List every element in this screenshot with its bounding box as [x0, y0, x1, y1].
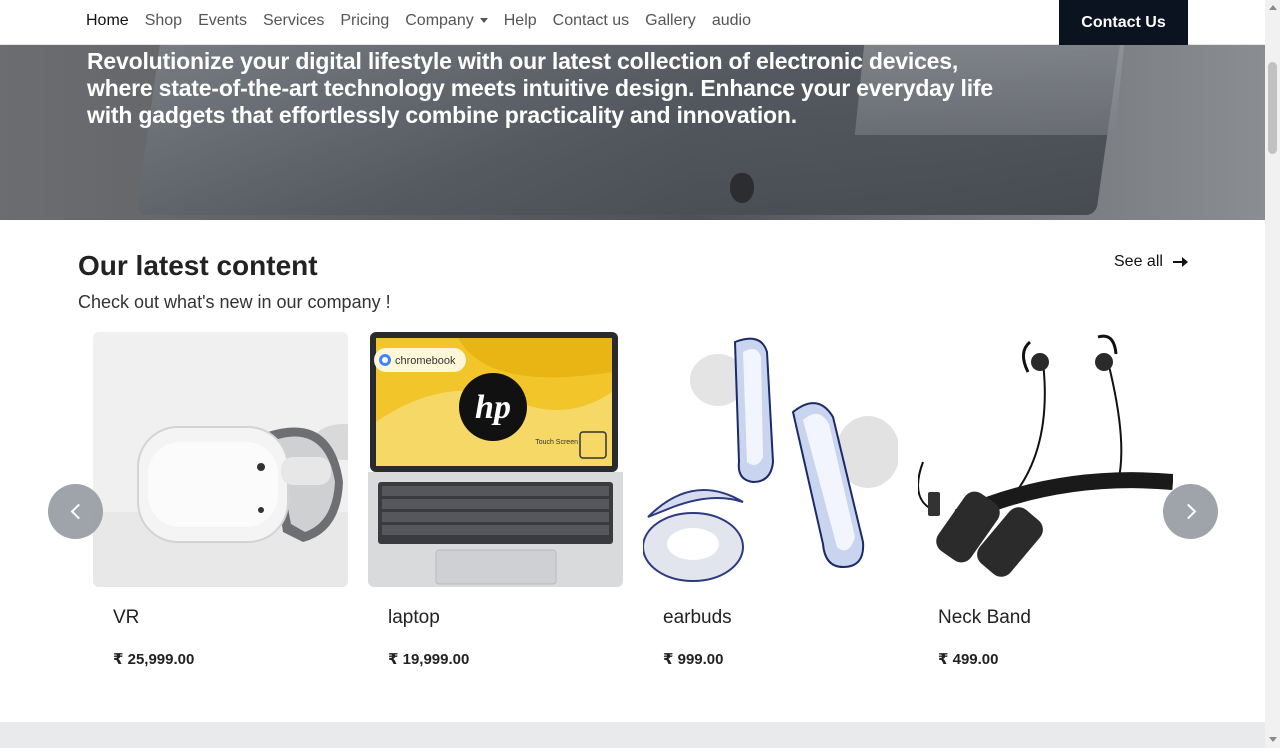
scroll-down-icon[interactable] — [1269, 737, 1277, 742]
see-all-link[interactable]: See all — [1114, 253, 1188, 271]
see-all-label: See all — [1114, 253, 1163, 270]
nav-link-help[interactable]: Help — [504, 12, 537, 30]
caret-down-icon — [479, 18, 488, 24]
chromebook-badge-text: chromebook — [395, 355, 456, 367]
product-card-laptop[interactable]: hp chromebook Touch Screen laptop ₹ 19,9… — [368, 332, 623, 692]
nav-links: Home Shop Events Services Pricing Compan… — [86, 0, 751, 42]
apple-logo-icon — [730, 173, 754, 203]
nav-link-services[interactable]: Services — [263, 12, 324, 30]
nav-dropdown-company[interactable]: Company — [405, 12, 488, 30]
product-card-neck-band[interactable]: Neck Band ₹ 499.00 — [918, 332, 1173, 692]
product-price: ₹ 999.00 — [663, 651, 724, 668]
carousel-next-button[interactable] — [1163, 484, 1218, 539]
carousel-prev-button[interactable] — [48, 484, 103, 539]
neck-band-image — [918, 332, 1173, 587]
product-name: VR — [113, 607, 140, 628]
laptop-image: hp chromebook Touch Screen — [368, 332, 623, 587]
top-navbar: Home Shop Events Services Pricing Compan… — [0, 0, 1265, 45]
nav-link-home[interactable]: Home — [86, 12, 129, 30]
nav-link-shop[interactable]: Shop — [145, 12, 182, 30]
product-card-earbuds[interactable]: earbuds ₹ 999.00 — [643, 332, 898, 692]
scroll-thumb[interactable] — [1268, 62, 1277, 154]
product-price: ₹ 19,999.00 — [388, 651, 470, 668]
page: Home Shop Events Services Pricing Compan… — [0, 0, 1280, 748]
earbuds-image — [643, 332, 898, 587]
product-price: ₹ 499.00 — [938, 651, 999, 668]
vr-headset-image — [93, 332, 348, 587]
nav-dropdown-company-label: Company — [405, 12, 474, 29]
nav-link-gallery[interactable]: Gallery — [645, 12, 696, 30]
scroll-up-icon[interactable] — [1269, 5, 1277, 10]
hero-banner: Revolutionize your digital lifestyle wit… — [0, 45, 1265, 220]
footer-strip — [0, 722, 1265, 748]
arrow-right-icon — [1172, 257, 1188, 267]
section-subtitle: Check out what's new in our company ! — [78, 292, 391, 312]
nav-link-pricing[interactable]: Pricing — [340, 12, 389, 30]
touch-screen-text: Touch Screen — [535, 439, 578, 446]
nav-link-contact-us[interactable]: Contact us — [553, 12, 629, 30]
product-card-vr[interactable]: VR ₹ 25,999.00 — [93, 332, 348, 692]
hero-text: Revolutionize your digital lifestyle wit… — [87, 48, 993, 128]
section-title: Our latest content — [78, 250, 318, 281]
product-name: laptop — [388, 607, 440, 628]
product-price: ₹ 25,999.00 — [113, 651, 195, 668]
product-name: earbuds — [663, 607, 732, 628]
contact-us-button[interactable]: Contact Us — [1059, 0, 1188, 45]
chevron-right-icon — [1180, 503, 1196, 520]
hp-logo-text: hp — [475, 389, 511, 426]
chevron-left-icon — [70, 503, 86, 520]
nav-link-events[interactable]: Events — [198, 12, 247, 30]
page-scrollbar[interactable] — [1265, 0, 1280, 748]
product-name: Neck Band — [938, 607, 1031, 628]
nav-link-audio[interactable]: audio — [712, 12, 751, 30]
